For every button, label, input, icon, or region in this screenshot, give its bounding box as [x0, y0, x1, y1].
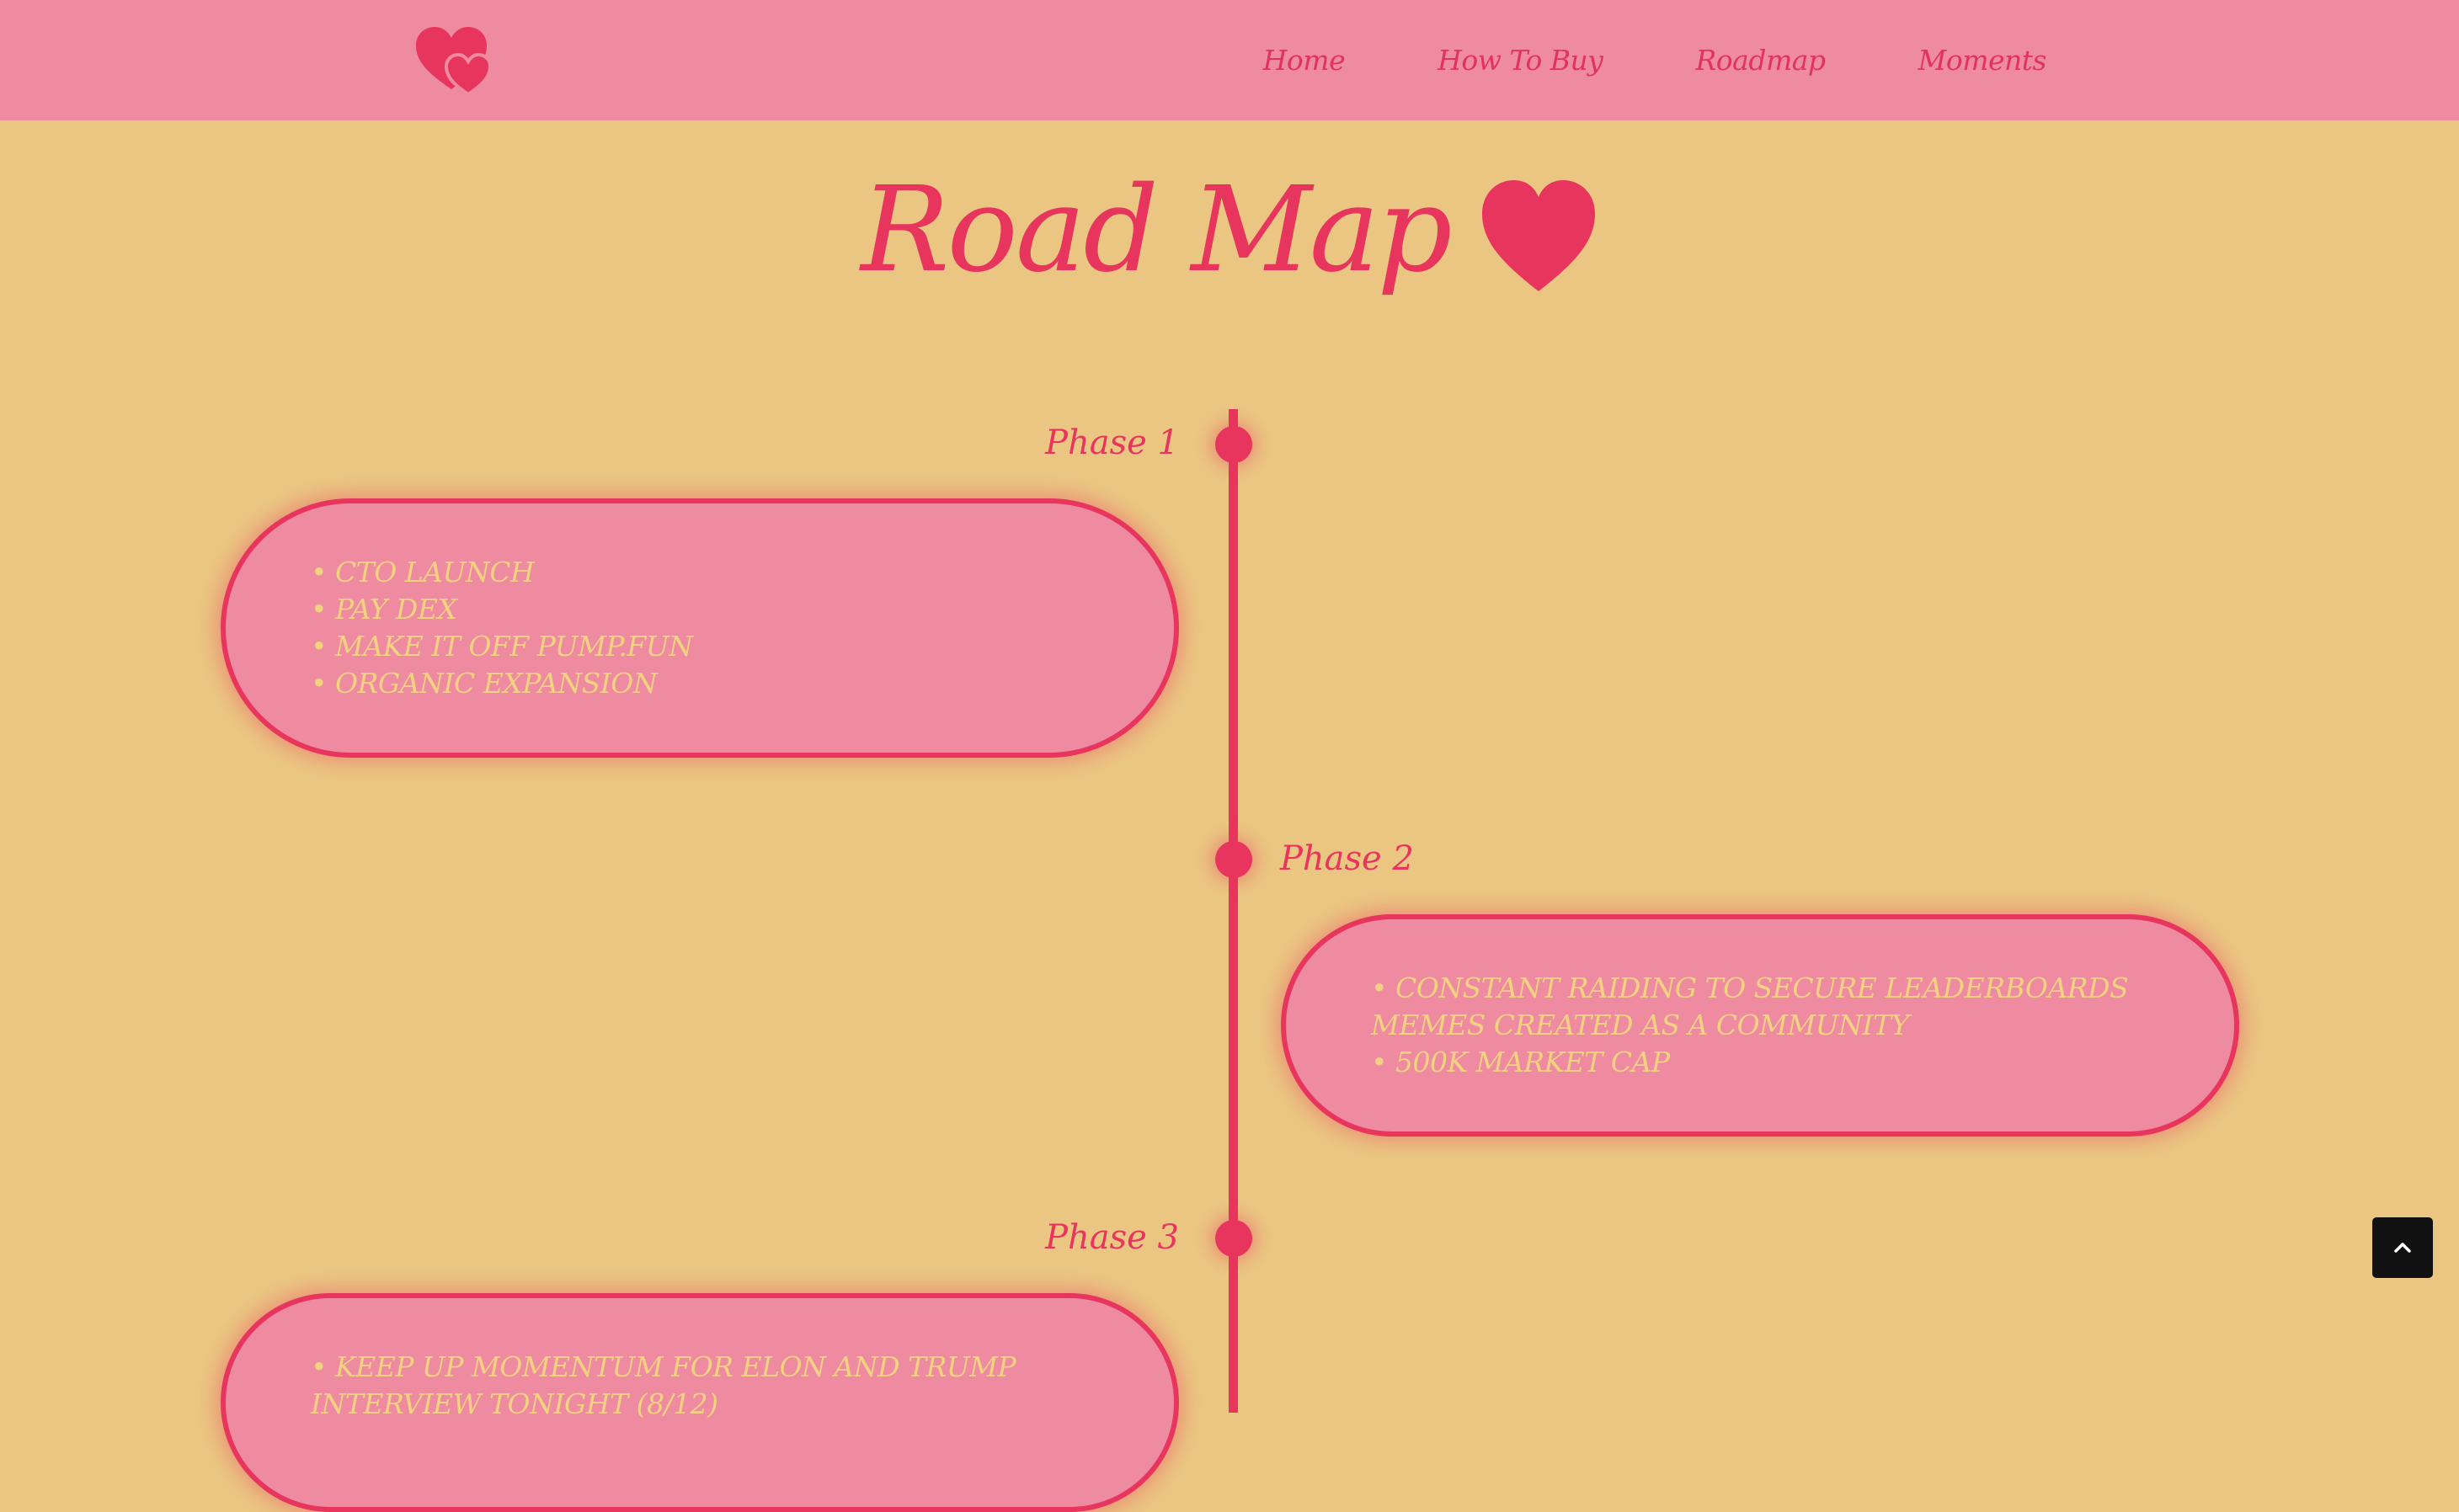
phase-2-item: • 500K MARKET CAP: [1371, 1046, 1670, 1078]
timeline-dot-phase-2: [1215, 841, 1252, 878]
scroll-to-top-button[interactable]: [2372, 1217, 2433, 1278]
phase-2-item: MEMES CREATED AS A COMMUNITY: [1371, 1009, 1909, 1041]
phase-2-item: • CONSTANT RAIDING TO SECURE LEADERBOARD…: [1371, 972, 2129, 1004]
phase-1-item: • CTO LAUNCH: [311, 556, 535, 588]
nav-how-to-buy-link[interactable]: How To Buy: [1438, 44, 1603, 77]
phase-2-label: Phase 2: [1280, 839, 1414, 878]
phase-2-card: • CONSTANT RAIDING TO SECURE LEADERBOARD…: [1281, 914, 2239, 1137]
main-nav: Home How To Buy Roadmap Moments: [1263, 0, 2047, 120]
phase-1-item: • MAKE IT OFF PUMP.FUN: [311, 630, 693, 663]
phase-1-item: • PAY DEX: [311, 593, 457, 626]
timeline-dot-phase-3: [1215, 1220, 1252, 1257]
phase-1-card: • CTO LAUNCH • PAY DEX • MAKE IT OFF PUM…: [221, 498, 1179, 758]
phase-1-label: Phase 1: [1045, 423, 1179, 462]
phase-1-item: • ORGANIC EXPANSION: [311, 667, 658, 700]
nav-moments-link[interactable]: Moments: [1918, 44, 2047, 77]
phase-3-item: • KEEP UP MOMENTUM FOR ELON AND TRUMP: [311, 1350, 1016, 1383]
phase-3-label: Phase 3: [1045, 1218, 1179, 1257]
navbar: Home How To Buy Roadmap Moments: [0, 0, 2459, 120]
double-heart-icon[interactable]: [414, 25, 497, 96]
page-title: Road Map: [861, 162, 1453, 299]
timeline-line: [1229, 409, 1238, 1413]
phase-3-card: • KEEP UP MOMENTUM FOR ELON AND TRUMP IN…: [221, 1293, 1179, 1512]
heart-icon: [1481, 180, 1595, 291]
chevron-up-icon: [2394, 1243, 2411, 1253]
nav-roadmap-link[interactable]: Roadmap: [1695, 44, 1826, 77]
nav-home-link[interactable]: Home: [1263, 44, 1346, 77]
page-heading: Road Map: [0, 167, 2459, 295]
timeline-dot-phase-1: [1215, 426, 1252, 463]
phase-3-item: INTERVIEW TONIGHT (8/12): [311, 1387, 718, 1420]
